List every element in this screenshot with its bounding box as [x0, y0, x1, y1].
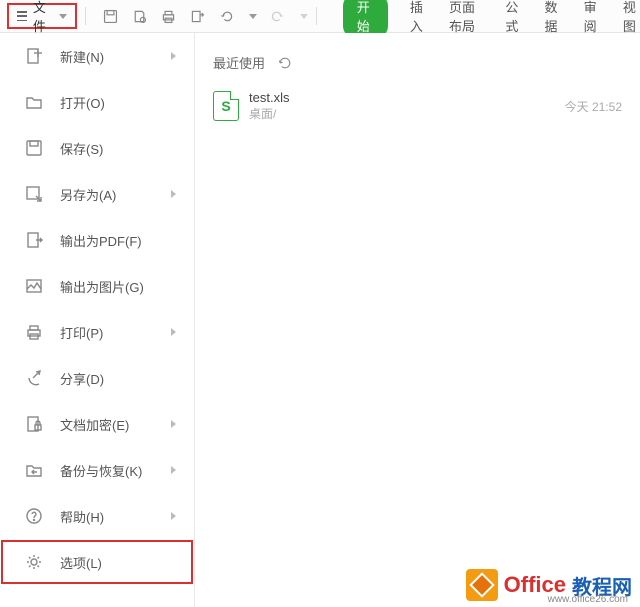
menu-backup[interactable]: 备份与恢复(K) [0, 447, 194, 493]
menu-label: 输出为PDF(F) [60, 231, 142, 250]
watermark-logo-icon [466, 569, 498, 601]
menu-label: 打印(P) [60, 323, 103, 342]
menu-label: 另存为(A) [60, 185, 116, 204]
redo-dropdown-icon[interactable] [300, 14, 308, 19]
watermark-url: www.office26.com [548, 594, 628, 605]
file-path: 桌面/ [249, 105, 555, 122]
menu-options[interactable]: 选项(L) [0, 539, 194, 585]
menu-label: 打开(O) [60, 93, 105, 112]
menu-label: 帮助(H) [60, 507, 104, 526]
divider [316, 7, 317, 25]
chevron-right-icon [171, 420, 176, 428]
file-menu-panel: 新建(N) 打开(O) 保存(S) 另存为(A) 输出为PDF(F) 输出为图片… [0, 33, 195, 607]
menu-save-as[interactable]: 另存为(A) [0, 171, 194, 217]
menu-label: 选项(L) [60, 553, 102, 572]
tab-insert[interactable]: 插入 [410, 0, 427, 35]
menu-new[interactable]: 新建(N) [0, 33, 194, 79]
tab-review[interactable]: 审阅 [584, 0, 601, 35]
recent-file-row[interactable]: S test.xls 桌面/ 今天 21:52 [213, 90, 622, 122]
spreadsheet-file-icon: S [213, 91, 239, 121]
chevron-right-icon [171, 52, 176, 60]
print-icon[interactable] [160, 8, 177, 25]
refresh-icon[interactable] [277, 55, 293, 71]
menu-export-pdf[interactable]: 输出为PDF(F) [0, 217, 194, 263]
hamburger-icon [17, 11, 27, 21]
menu-export-image[interactable]: 输出为图片(G) [0, 263, 194, 309]
chevron-right-icon [171, 328, 176, 336]
file-label: 文件 [33, 0, 51, 35]
menu-label: 文档加密(E) [60, 415, 129, 434]
recent-header-label: 最近使用 [213, 53, 265, 72]
menu-open[interactable]: 打开(O) [0, 79, 194, 125]
undo-icon[interactable] [218, 8, 235, 25]
file-time: 今天 21:52 [565, 98, 622, 115]
divider [85, 7, 86, 25]
tab-page-layout[interactable]: 页面布局 [449, 0, 483, 35]
menu-label: 备份与恢复(K) [60, 461, 142, 480]
file-menu-button[interactable]: 文件 [7, 3, 77, 29]
chevron-right-icon [171, 190, 176, 198]
recent-files-panel: 最近使用 S test.xls 桌面/ 今天 21:52 [195, 33, 640, 607]
menu-label: 输出为图片(G) [60, 277, 144, 296]
print-preview-icon[interactable] [131, 8, 148, 25]
undo-dropdown-icon[interactable] [249, 14, 257, 19]
export-icon[interactable] [189, 8, 206, 25]
tab-formulas[interactable]: 公式 [505, 0, 522, 35]
menu-print[interactable]: 打印(P) [0, 309, 194, 355]
menu-label: 新建(N) [60, 47, 104, 66]
menu-label: 分享(D) [60, 369, 104, 388]
redo-icon[interactable] [269, 8, 286, 25]
menu-encrypt[interactable]: 文档加密(E) [0, 401, 194, 447]
menu-help[interactable]: 帮助(H) [0, 493, 194, 539]
chevron-right-icon [171, 512, 176, 520]
chevron-right-icon [171, 466, 176, 474]
tab-data[interactable]: 数据 [545, 0, 562, 35]
menu-share[interactable]: 分享(D) [0, 355, 194, 401]
menu-save[interactable]: 保存(S) [0, 125, 194, 171]
file-name: test.xls [249, 90, 555, 105]
chevron-down-icon [59, 14, 67, 19]
save-icon[interactable] [102, 8, 119, 25]
tab-view[interactable]: 视图 [623, 0, 640, 35]
menu-label: 保存(S) [60, 139, 103, 158]
